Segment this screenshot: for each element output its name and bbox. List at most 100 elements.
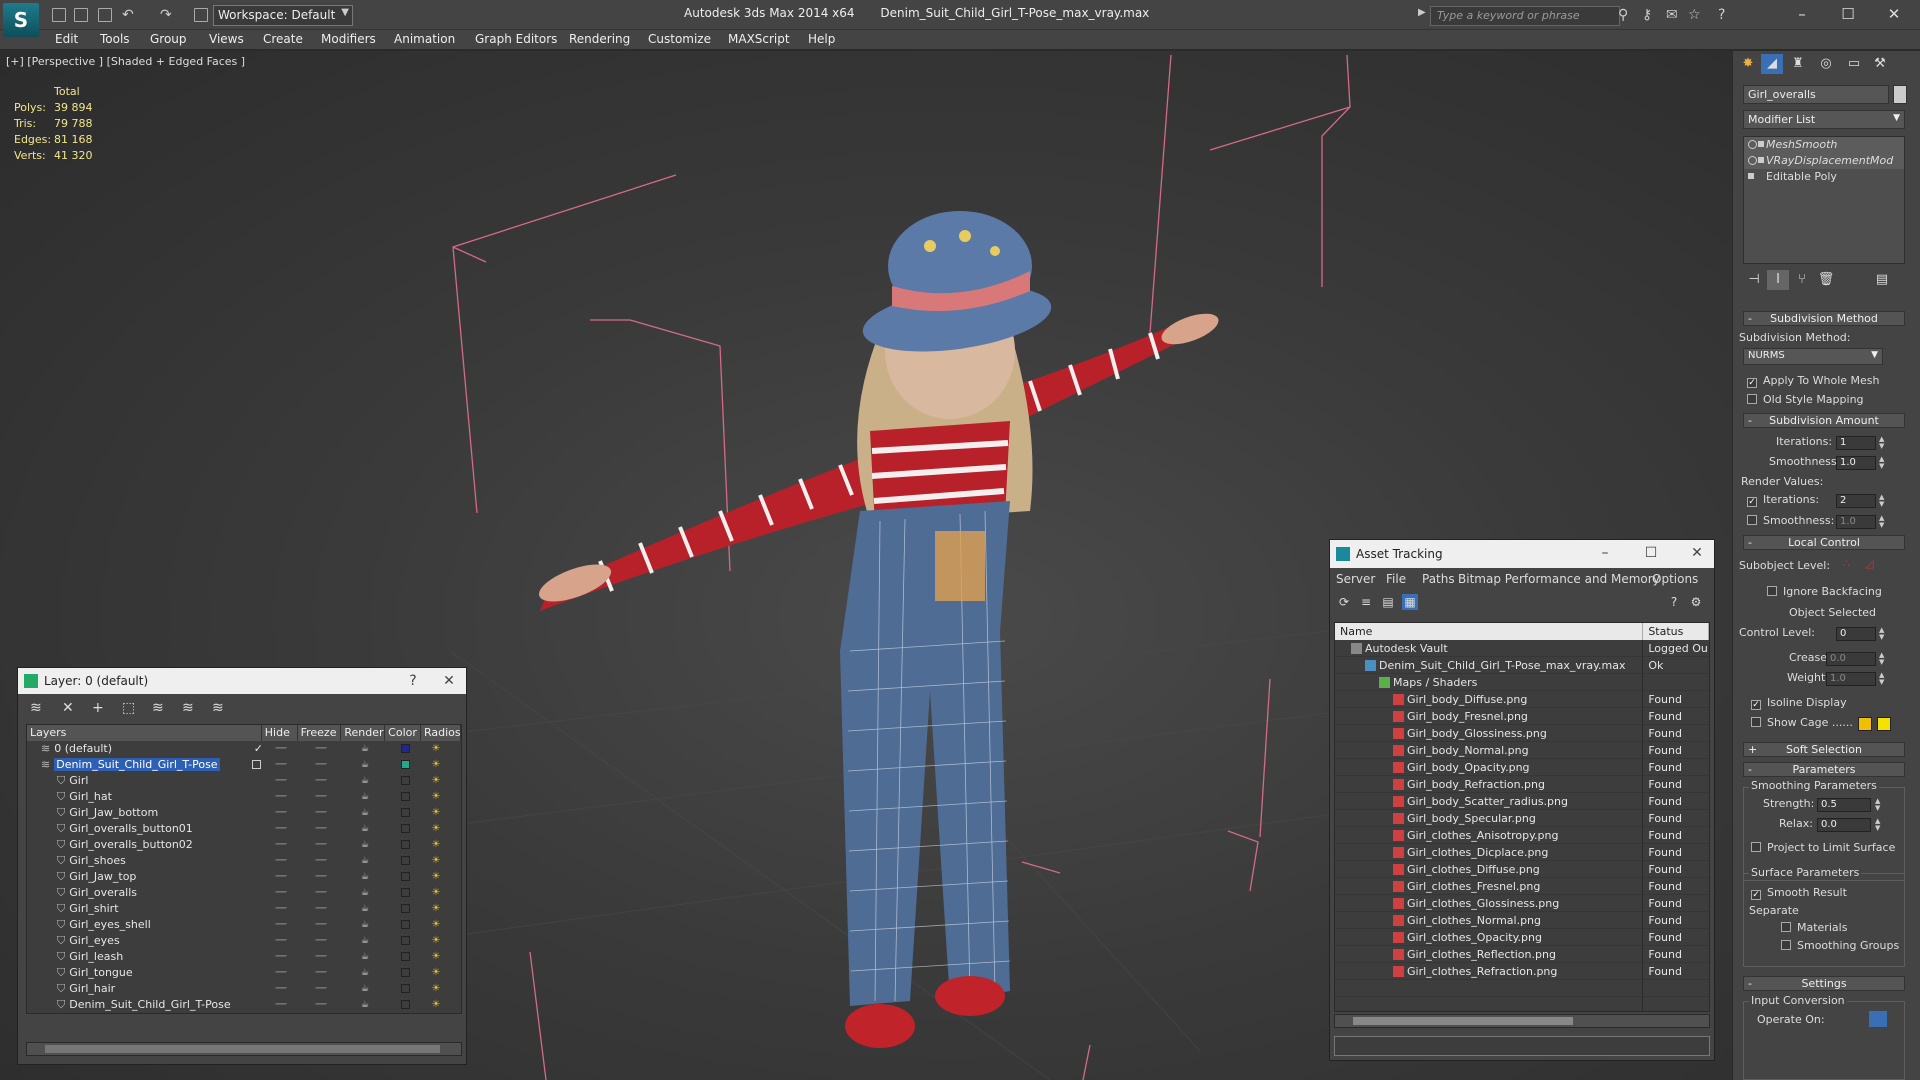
layer-row[interactable]: ⛉ Girl_overalls_button01 ── ── ☕ ☀	[27, 821, 461, 837]
freeze-toggle[interactable]: ──	[299, 997, 343, 1013]
layer-name-cell[interactable]: ⛉ Denim_Suit_Child_Girl_T-Pose	[27, 997, 263, 1013]
color-swatch[interactable]	[400, 856, 410, 865]
select-objects-icon[interactable]: ⬚	[122, 700, 135, 716]
layer-color-cell[interactable]	[387, 885, 423, 901]
layer-color-cell[interactable]	[387, 933, 423, 949]
crease-spinner[interactable]: 0.0	[1826, 652, 1876, 666]
apply-whole-mesh-checkbox[interactable]: ✓ Apply To Whole Mesh	[1747, 374, 1880, 388]
column-radios[interactable]: Radios	[421, 725, 461, 741]
asset-name-cell[interactable]: Girl_clothes_Fresnel.png	[1335, 878, 1644, 894]
color-swatch[interactable]	[400, 824, 410, 833]
layer-row[interactable]: ⛉ Girl_eyes ── ── ☕ ☀	[27, 933, 461, 949]
freeze-toggle[interactable]: ──	[299, 757, 343, 773]
freeze-all-icon[interactable]: ≋	[212, 700, 224, 716]
asset-name-cell[interactable]: Girl_body_Fresnel.png	[1335, 708, 1644, 724]
stack-item-meshsmooth[interactable]: MeshSmooth	[1744, 137, 1904, 153]
spinner-arrows-icon[interactable]: ▲ ▼	[1879, 652, 1887, 666]
layer-row[interactable]: ⛉ Girl_Jaw_bottom ── ── ☕ ☀	[27, 805, 461, 821]
radiosity-icon[interactable]: ☀	[423, 901, 449, 917]
operate-on-polygons-icon[interactable]	[1869, 1011, 1887, 1027]
favorites-star-icon[interactable]: ☆	[1688, 7, 1701, 23]
render-iterations-checkbox[interactable]: ✓ Iterations:	[1747, 493, 1819, 507]
render-teapot-icon[interactable]: ☕	[343, 933, 387, 949]
layer-row[interactable]: ⛉ Girl_Jaw_top ── ── ☕ ☀	[27, 869, 461, 885]
hide-toggle[interactable]: ──	[263, 997, 299, 1013]
radiosity-icon[interactable]: ☀	[423, 789, 449, 805]
radiosity-icon[interactable]: ☀	[423, 837, 449, 853]
asset-name-cell[interactable]: Girl_clothes_Anisotropy.png	[1335, 827, 1644, 843]
show-cage-checkbox[interactable]: Show Cage ......	[1751, 716, 1853, 729]
radiosity-icon[interactable]: ☀	[423, 741, 449, 757]
layer-color-cell[interactable]	[387, 757, 423, 773]
close-button[interactable]: ✕	[1682, 540, 1712, 566]
hide-toggle[interactable]: ──	[263, 965, 299, 981]
layer-row[interactable]: ⛉ Girl ── ── ☕ ☀	[27, 773, 461, 789]
spinner-arrows-icon[interactable]: ▲ ▼	[1879, 515, 1887, 529]
column-freeze[interactable]: Freeze	[298, 725, 342, 741]
column-color[interactable]: Color	[385, 725, 421, 741]
spinner-arrows-icon[interactable]: ▲ ▼	[1879, 672, 1887, 686]
maximize-button[interactable]: ☐	[1636, 540, 1666, 566]
layer-name-cell[interactable]: ⛉ Girl	[27, 773, 263, 789]
asset-row[interactable]: Girl_clothes_Normal.png Found	[1335, 912, 1709, 929]
asset-row[interactable]: Girl_clothes_Opacity.png Found	[1335, 929, 1709, 946]
asset-name-cell[interactable]: Girl_clothes_Reflection.png	[1335, 946, 1644, 962]
layer-row[interactable]: ⛉ Girl_overalls_button02 ── ── ☕ ☀	[27, 837, 461, 853]
color-swatch[interactable]	[400, 808, 410, 817]
freeze-toggle[interactable]: ──	[299, 901, 343, 917]
hide-toggle[interactable]: ──	[263, 757, 299, 773]
color-swatch[interactable]	[400, 744, 410, 753]
hide-toggle[interactable]: ──	[263, 949, 299, 965]
old-style-mapping-checkbox[interactable]: Old Style Mapping	[1747, 393, 1864, 406]
asset-row[interactable]: Autodesk Vault Logged Ou	[1335, 640, 1709, 657]
freeze-toggle[interactable]: ──	[299, 949, 343, 965]
asset-name-cell[interactable]: Girl_body_Refraction.png	[1335, 776, 1644, 792]
hide-toggle[interactable]: ──	[263, 933, 299, 949]
asset-row[interactable]: Girl_body_Normal.png Found	[1335, 742, 1709, 759]
layer-row[interactable]: ⛉ Girl_shirt ── ── ☕ ☀	[27, 901, 461, 917]
settings-icon[interactable]: ⚙	[1688, 594, 1704, 610]
object-name-field[interactable]: Girl_overalls	[1743, 85, 1889, 104]
menu-bitmap-performance[interactable]: Bitmap Performance and Memory	[1458, 572, 1660, 586]
asset-row[interactable]: Maps / Shaders	[1335, 674, 1709, 691]
freeze-toggle[interactable]: ──	[299, 853, 343, 869]
asset-row[interactable]: Girl_clothes_Fresnel.png Found	[1335, 878, 1709, 895]
color-swatch[interactable]	[400, 760, 410, 769]
stack-item-vraydisplacement[interactable]: VRayDisplacementMod	[1744, 153, 1904, 169]
close-button[interactable]: ✕	[1872, 2, 1916, 26]
asset-name-cell[interactable]: Girl_body_Scatter_radius.png	[1335, 793, 1644, 809]
asset-name-cell[interactable]: Girl_clothes_Normal.png	[1335, 912, 1644, 928]
color-swatch[interactable]	[400, 952, 410, 961]
layer-color-cell[interactable]	[387, 981, 423, 997]
asset-row[interactable]: Denim_Suit_Child_Girl_T-Pose_max_vray.ma…	[1335, 657, 1709, 674]
menu-tools[interactable]: Tools	[100, 32, 130, 46]
render-teapot-icon[interactable]: ☕	[343, 949, 387, 965]
radiosity-icon[interactable]: ☀	[423, 853, 449, 869]
layer-name-cell[interactable]: ⛉ Girl_overalls_button01	[27, 821, 263, 837]
color-swatch[interactable]	[400, 984, 410, 993]
render-smoothness-checkbox[interactable]: Smoothness:	[1747, 514, 1834, 527]
color-swatch[interactable]	[400, 792, 410, 801]
render-teapot-icon[interactable]: ☕	[343, 789, 387, 805]
object-color-swatch[interactable]	[1893, 85, 1907, 104]
help-icon[interactable]: ?	[1718, 7, 1725, 23]
key-icon[interactable]: ⚷	[1642, 7, 1652, 23]
asset-dialog-titlebar[interactable]: Asset Tracking – ☐ ✕	[1330, 540, 1714, 568]
color-swatch[interactable]	[400, 840, 410, 849]
hide-toggle[interactable]: ──	[263, 773, 299, 789]
menu-maxscript[interactable]: MAXScript	[728, 32, 790, 46]
color-swatch[interactable]	[400, 904, 410, 913]
layer-row[interactable]: ⛉ Girl_tongue ── ── ☕ ☀	[27, 965, 461, 981]
layer-name-cell[interactable]: ≋ Denim_Suit_Child_Girl_T-Pose	[27, 757, 263, 773]
hide-toggle[interactable]: ──	[263, 741, 299, 757]
render-teapot-icon[interactable]: ☕	[343, 805, 387, 821]
table-view-icon[interactable]: ▦	[1402, 594, 1418, 610]
asset-row[interactable]: Girl_body_Diffuse.png Found	[1335, 691, 1709, 708]
layer-row[interactable]: ⛉ Denim_Suit_Child_Girl_T-Pose ── ── ☕ ☀	[27, 997, 461, 1013]
asset-name-cell[interactable]: Denim_Suit_Child_Girl_T-Pose_max_vray.ma…	[1335, 657, 1644, 673]
menu-graph-editors[interactable]: Graph Editors	[475, 32, 557, 46]
asset-row[interactable]: Girl_body_Refraction.png Found	[1335, 776, 1709, 793]
edge-subobject-icon[interactable]: ◿	[1865, 557, 1873, 570]
motion-tab-icon[interactable]: ◎	[1815, 54, 1837, 74]
menu-animation[interactable]: Animation	[394, 32, 455, 46]
